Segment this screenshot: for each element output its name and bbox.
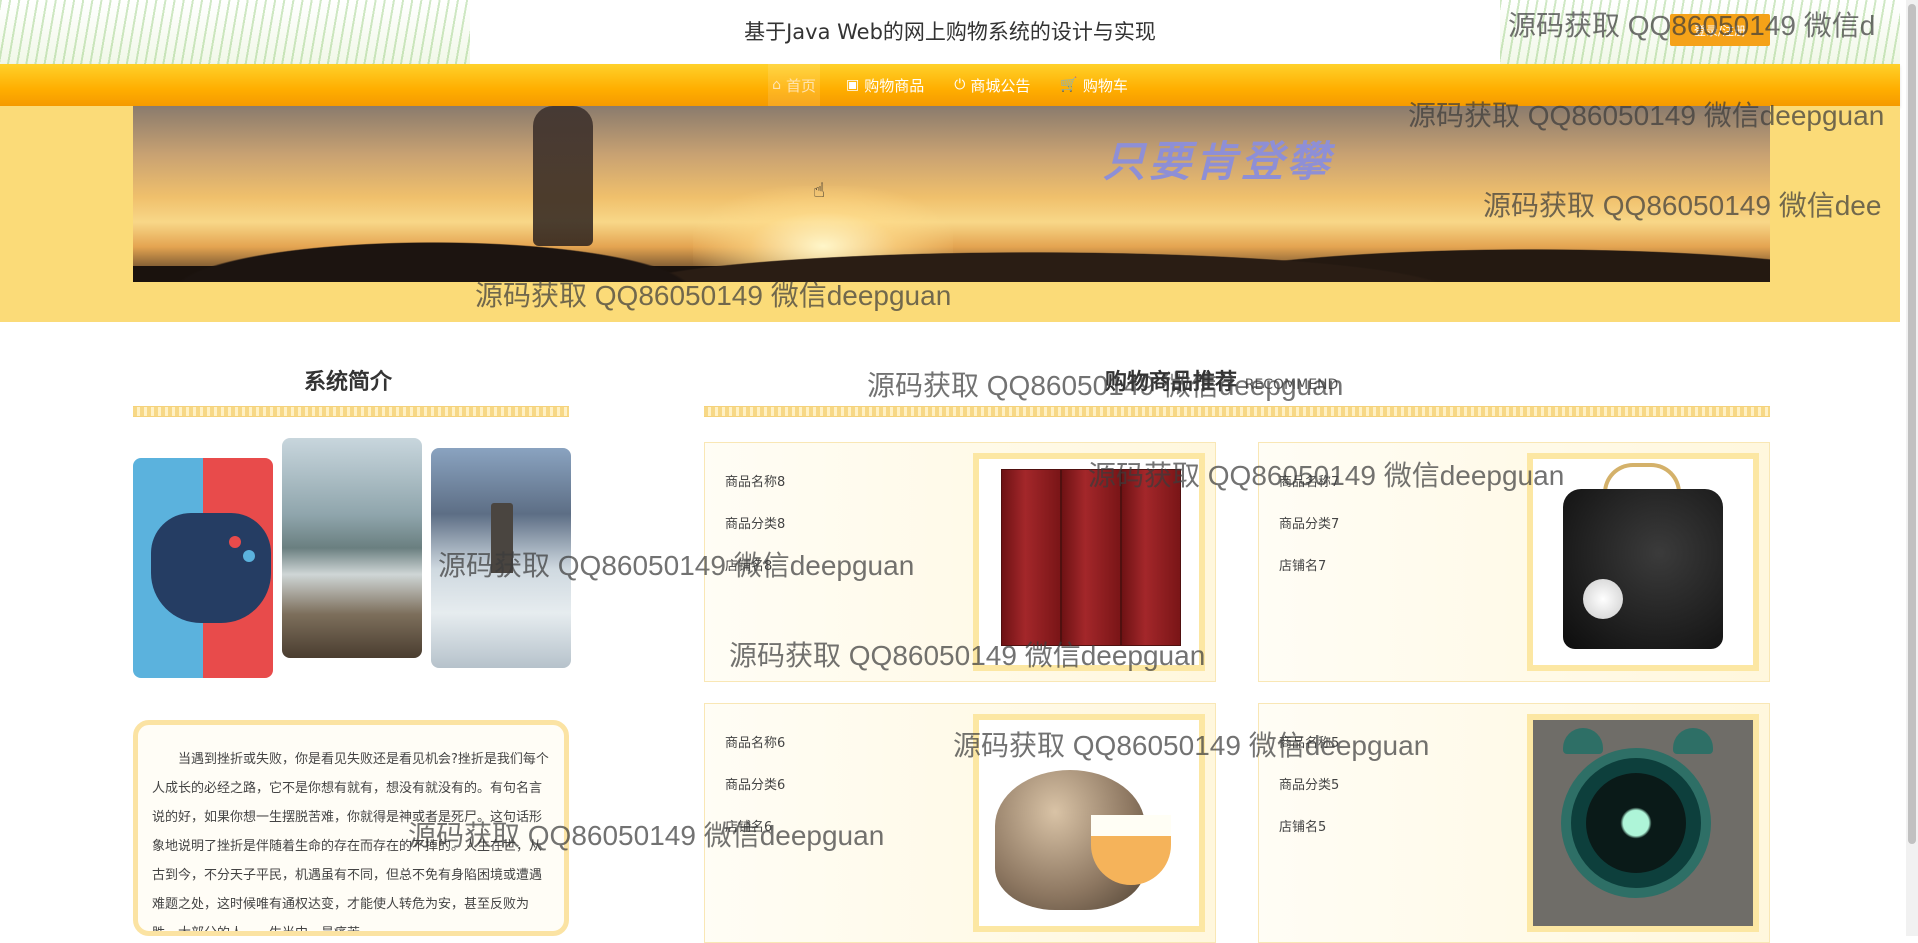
book xyxy=(1121,469,1181,646)
product-shop: 店铺名7 xyxy=(1279,559,1327,574)
product-name: 商品名称7 xyxy=(1279,475,1340,490)
product-name: 商品名称6 xyxy=(725,736,786,751)
handbag xyxy=(1563,489,1723,649)
product-shop: 店铺名5 xyxy=(1279,820,1327,835)
product-card[interactable]: 商品名称6 商品分类6 店铺名6 xyxy=(704,703,1216,943)
recommend-divider xyxy=(704,406,1770,417)
product-category: 商品分类7 xyxy=(1279,517,1340,532)
power-icon: ⏻ xyxy=(954,77,966,93)
castle-tower xyxy=(491,503,513,573)
nav-item-notice[interactable]: ⏻ 商城公告 xyxy=(950,64,1034,106)
nav-item-label: 商城公告 xyxy=(970,76,1031,95)
book xyxy=(1001,469,1061,646)
gamepad-button-blue xyxy=(243,550,255,562)
product-category: 商品分类8 xyxy=(725,517,786,532)
scrollbar-thumb[interactable] xyxy=(1908,4,1916,844)
nav-item-goods[interactable]: ▣ 购物商品 xyxy=(842,64,928,106)
intro-image-coast xyxy=(282,438,422,658)
nav-item-label: 购物商品 xyxy=(864,76,925,95)
product-card[interactable]: 商品名称5 商品分类5 店铺名5 xyxy=(1258,703,1770,943)
product-image-alarm-clock[interactable] xyxy=(1527,714,1759,932)
nav-item-home[interactable]: ⌂ 首页 xyxy=(768,64,821,106)
product-category: 商品分类5 xyxy=(1279,778,1340,793)
login-button[interactable]: 登录/注册 xyxy=(1670,14,1770,46)
banner-carousel[interactable]: 只要肯登攀 xyxy=(133,106,1770,282)
book-set xyxy=(1001,469,1181,649)
header: 基于Java Web的网上购物系统的设计与实现 登录/注册 xyxy=(0,0,1900,64)
recommend-title: 购物商品推荐 RECOMMEND xyxy=(1105,364,1338,396)
recommend-title-text: 购物商品推荐 xyxy=(1105,370,1238,395)
intro-title: 系统简介 xyxy=(304,370,393,395)
home-icon: ⌂ xyxy=(772,77,782,93)
product-name: 商品名称5 xyxy=(1279,736,1340,751)
goods-icon: ▣ xyxy=(846,77,860,93)
rice-bowl xyxy=(1091,815,1171,885)
gamepad-icon xyxy=(151,513,271,623)
product-shop: 店铺名8 xyxy=(725,559,773,574)
product-shop: 店铺名6 xyxy=(725,820,773,835)
cart-icon: 🛒 xyxy=(1060,77,1078,93)
site-title: 基于Java Web的网上购物系统的设计与实现 xyxy=(744,20,1156,44)
product-image-handbag[interactable] xyxy=(1527,453,1759,671)
banner-hills xyxy=(133,222,1770,282)
pompom xyxy=(1583,579,1623,619)
nav-item-label: 购物车 xyxy=(1082,76,1128,95)
product-card[interactable]: 商品名称8 商品分类8 店铺名8 xyxy=(704,442,1216,682)
intro-image-castle xyxy=(431,448,571,668)
intro-image-gamepad xyxy=(133,458,273,678)
nav-item-cart[interactable]: 🛒 购物车 xyxy=(1056,64,1131,106)
mouse-cursor-icon: ☝ xyxy=(813,178,826,202)
product-image-rice-cooker[interactable] xyxy=(973,714,1205,932)
alarm-clock xyxy=(1561,748,1711,898)
product-category: 商品分类6 xyxy=(725,778,786,793)
product-card[interactable]: 商品名称7 商品分类7 店铺名7 xyxy=(1258,442,1770,682)
page-scrollbar[interactable] xyxy=(1906,0,1918,936)
banner-slogan: 只要肯登攀 xyxy=(1103,137,1334,186)
product-image-books[interactable] xyxy=(973,453,1205,671)
product-name: 商品名称8 xyxy=(725,475,786,490)
clock-face xyxy=(1586,773,1686,873)
gamepad-button-red xyxy=(229,536,241,548)
intro-text: 当遇到挫折或失败，你是看见失败还是看见机会?挫折是我们每个人成长的必经之路，它不… xyxy=(133,720,569,936)
recommend-subtitle: RECOMMEND xyxy=(1244,377,1339,393)
main-nav: ⌂ 首页 ▣ 购物商品 ⏻ 商城公告 🛒 购物车 xyxy=(0,64,1900,106)
intro-divider xyxy=(133,406,569,417)
book xyxy=(1061,469,1121,646)
nav-item-label: 首页 xyxy=(786,76,817,95)
